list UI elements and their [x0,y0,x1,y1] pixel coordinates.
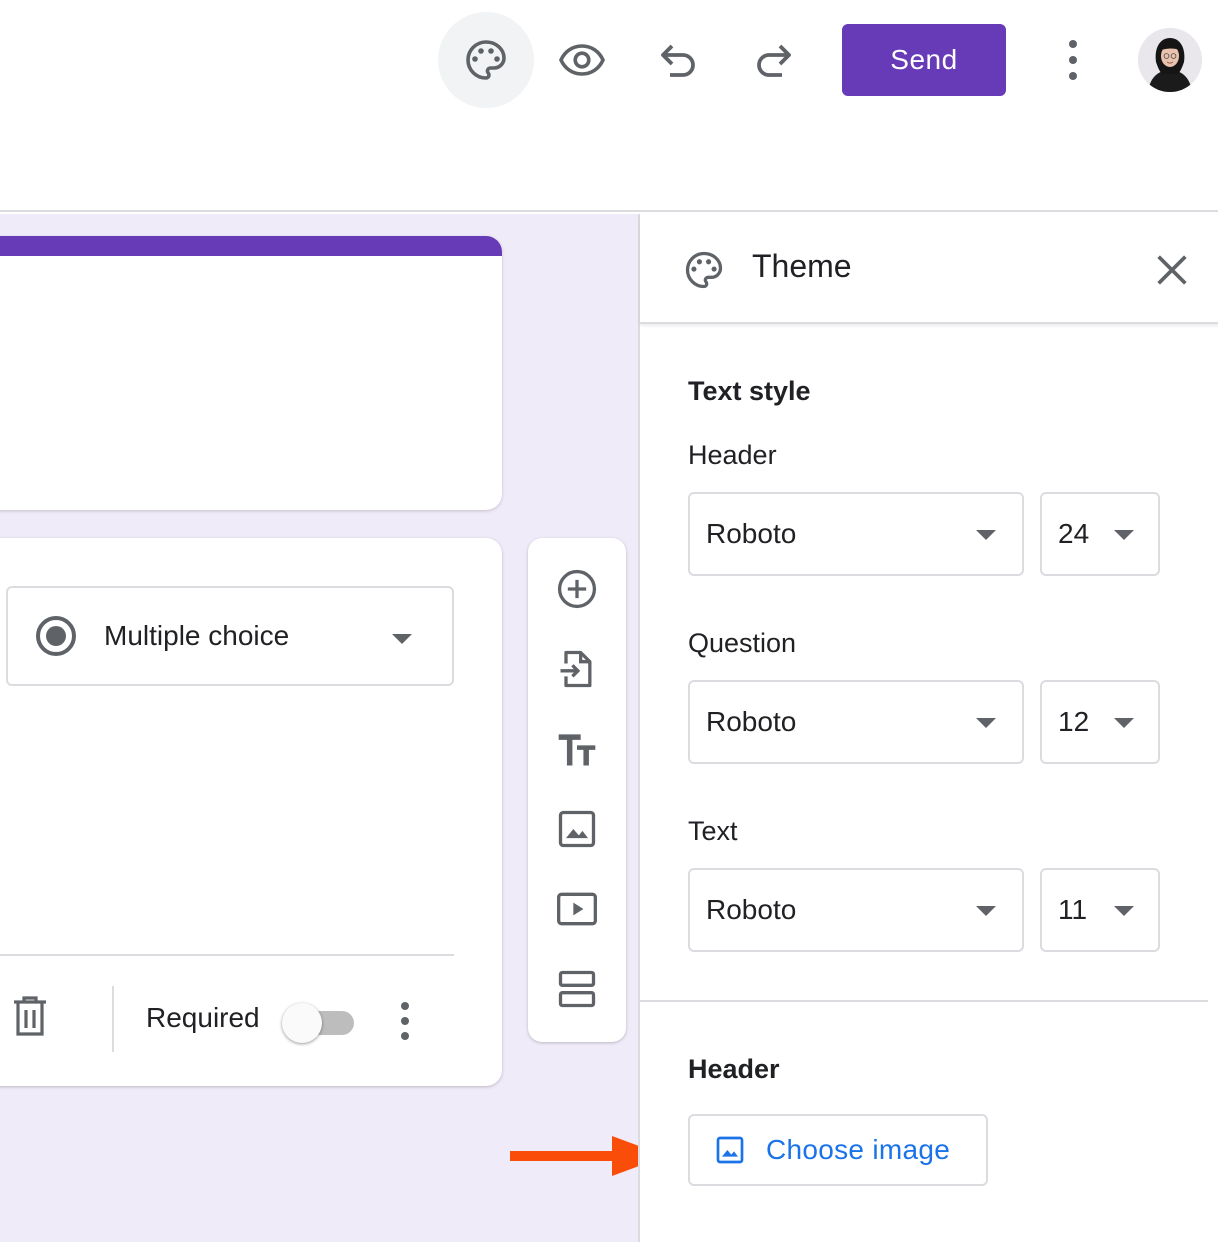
palette-icon [466,40,506,80]
caret-down-icon [1114,718,1134,728]
add-video-button[interactable] [552,884,602,934]
form-title-card[interactable] [0,236,502,510]
undo-icon [661,44,695,77]
header-size-dropdown[interactable]: 24 [1040,492,1160,576]
add-question-icon [557,569,597,609]
question-size-dropdown[interactable]: 12 [1040,680,1160,764]
caret-down-icon [976,718,996,728]
close-icon[interactable] [1152,250,1192,290]
top-bar: Send [0,0,1218,212]
theme-panel: Theme Text style Header Roboto 24 Questi… [638,214,1218,1242]
add-title-button[interactable] [552,724,602,774]
redo-icon [757,44,791,77]
palette-icon [685,251,723,289]
add-question-button[interactable] [552,564,602,614]
question-card[interactable]: Multiple choice Required [0,538,502,1086]
text-font-value: Roboto [706,894,797,925]
add-section-button[interactable] [552,964,602,1014]
choose-image-label: Choose image [766,1134,951,1165]
send-button[interactable]: Send [842,24,1006,96]
required-label: Required [146,1002,260,1033]
caret-down-icon [976,906,996,916]
required-toggle[interactable] [282,1003,358,1043]
more-vert-dot [1069,56,1077,64]
header-image-title: Header [688,1054,780,1084]
question-type-dropdown[interactable]: Multiple choice [6,586,454,686]
caret-down-icon [976,530,996,540]
more-vert-icon [1069,40,1077,48]
theme-panel-title: Theme [752,248,852,284]
footer-separator [112,986,114,1052]
more-vert-dot [401,1032,409,1040]
question-type-label: Multiple choice [104,620,290,651]
text-font-dropdown[interactable]: Roboto [688,868,1024,952]
preview-button[interactable] [534,12,630,108]
question-more-button[interactable] [390,996,420,1046]
text-font-label: Text [688,816,738,846]
customize-theme-button[interactable] [438,12,534,108]
theme-panel-header: Theme [640,214,1218,324]
question-font-dropdown[interactable]: Roboto [688,680,1024,764]
question-font-value: Roboto [706,706,797,737]
header-font-value: Roboto [706,518,797,549]
image-icon [716,1136,744,1164]
add-image-icon [558,810,596,848]
redo-button[interactable] [726,12,822,108]
caret-down-icon [392,634,412,644]
question-size-value: 12 [1058,706,1090,737]
panel-divider [640,1000,1208,1002]
account-avatar[interactable] [1138,28,1202,92]
question-font-label: Question [688,628,797,658]
question-footer-divider [0,954,454,956]
undo-button[interactable] [630,12,726,108]
caret-down-icon [1114,906,1134,916]
caret-down-icon [1114,530,1134,540]
add-section-icon [558,970,596,1008]
more-vert-dot [401,1017,409,1025]
annotation-arrow-icon [510,1136,638,1176]
more-vert-dot [1069,72,1077,80]
form-canvas: Multiple choice Required [0,214,638,1242]
text-size-dropdown[interactable]: 11 [1040,868,1160,952]
more-options-button[interactable] [1058,40,1088,80]
eye-icon [559,44,605,76]
more-vert-icon [401,1002,409,1010]
import-questions-button[interactable] [552,644,602,694]
text-size-value: 11 [1058,894,1088,925]
text-style-title: Text style [688,376,811,406]
add-video-icon [557,892,597,926]
radio-button-icon [36,616,76,656]
choose-image-button[interactable]: Choose image [688,1114,988,1186]
header-size-value: 24 [1058,518,1090,549]
import-questions-icon [560,650,592,688]
add-title-icon [558,734,596,766]
avatar-image [1138,28,1202,92]
add-image-button[interactable] [552,804,602,854]
header-font-dropdown[interactable]: Roboto [688,492,1024,576]
delete-icon[interactable] [10,994,50,1038]
floating-toolbar [528,538,626,1042]
toggle-thumb [282,1003,322,1043]
header-font-label: Header [688,440,777,470]
